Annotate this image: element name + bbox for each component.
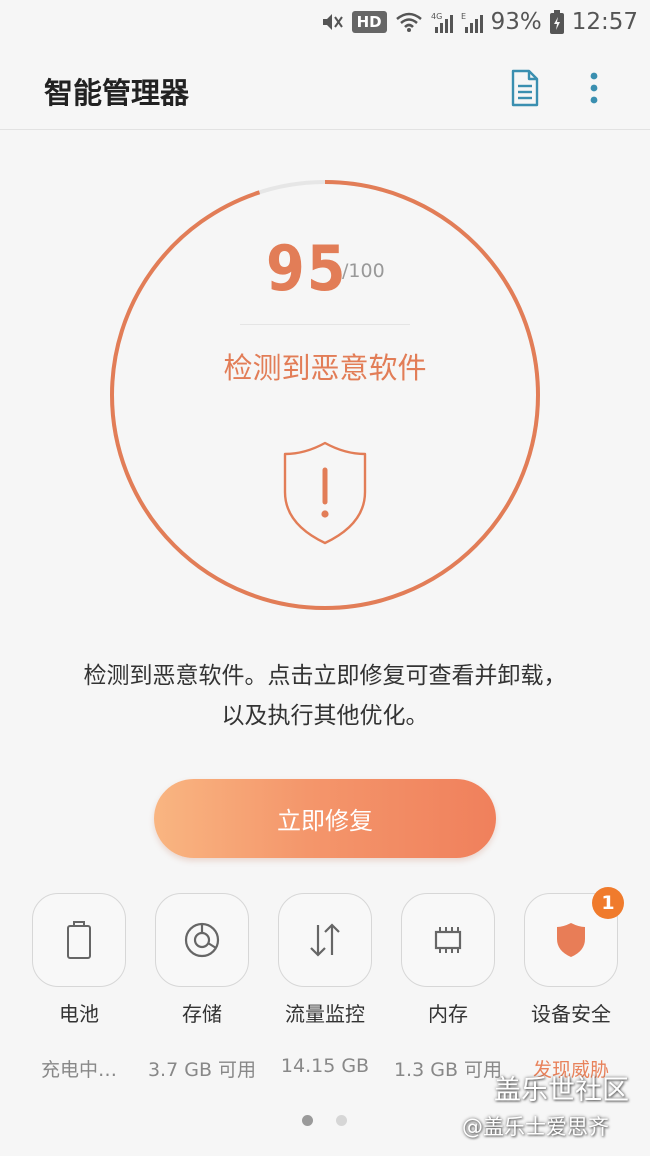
memory-chip-icon [434, 927, 462, 953]
tile-storage[interactable]: 存储 3.7 GB 可用 [148, 893, 256, 1081]
threat-count-badge: 1 [592, 887, 624, 919]
shield-icon [557, 923, 585, 957]
tile-memory-box[interactable] [401, 893, 495, 987]
report-button[interactable] [505, 68, 545, 108]
mute-icon [320, 11, 344, 33]
battery-icon [67, 921, 91, 959]
page-dot-inactive [336, 1115, 347, 1126]
signal-e-icon: E [461, 11, 483, 33]
shield-warning-icon [283, 441, 367, 545]
score-max: /100 [342, 260, 385, 282]
score-value: 95 [266, 232, 348, 305]
tile-data-usage-box[interactable] [278, 893, 372, 987]
battery-charging-icon [549, 10, 564, 34]
watermark-title: 盖乐世社区 [494, 1075, 629, 1106]
data-transfer-icon [310, 923, 340, 957]
more-options-button[interactable] [578, 68, 610, 108]
hd-badge: HD [351, 11, 387, 33]
tile-device-security[interactable]: 1 设备安全 发现威胁 [524, 887, 624, 1081]
wifi-icon [395, 11, 423, 33]
page-title: 智能管理器 [44, 76, 190, 110]
page-dot-active [302, 1115, 313, 1126]
document-icon [511, 69, 539, 107]
signal-4g-icon: 4G [431, 11, 453, 33]
tile-memory[interactable]: 内存 1.3 GB 可用 [394, 893, 502, 1081]
description-line-2: 以及执行其他优化。 [221, 703, 429, 729]
status-bar: HD 4G E 93% 12:57 [0, 0, 650, 44]
tile-storage-box[interactable] [155, 893, 249, 987]
tile-data-usage[interactable]: 流量监控 14.15 GB [278, 893, 372, 1077]
score-status: 检测到恶意软件 [223, 351, 427, 385]
more-vert-icon [590, 72, 598, 104]
signal-e-label: E [461, 12, 466, 21]
description-line-1: 检测到恶意软件。点击立即修复可查看并卸载， [83, 663, 567, 689]
score-divider [240, 324, 410, 325]
storage-icon [184, 922, 220, 958]
watermark-handle: @盖乐士爱思齐 [462, 1115, 609, 1139]
tile-device-security-label: 设备安全 [531, 1002, 611, 1026]
signal-4g-label: 4G [431, 12, 442, 21]
fix-now-button[interactable]: 立即修复 [154, 779, 496, 858]
description: 检测到恶意软件。点击立即修复可查看并卸载， 以及执行其他优化。 [40, 656, 610, 736]
tile-battery-box[interactable] [32, 893, 126, 987]
battery-percent: 93% [490, 9, 542, 35]
app-bar: 智能管理器 [0, 44, 650, 130]
tile-battery[interactable]: 电池 充电中… [32, 893, 126, 1081]
clock: 12:57 [571, 9, 638, 35]
